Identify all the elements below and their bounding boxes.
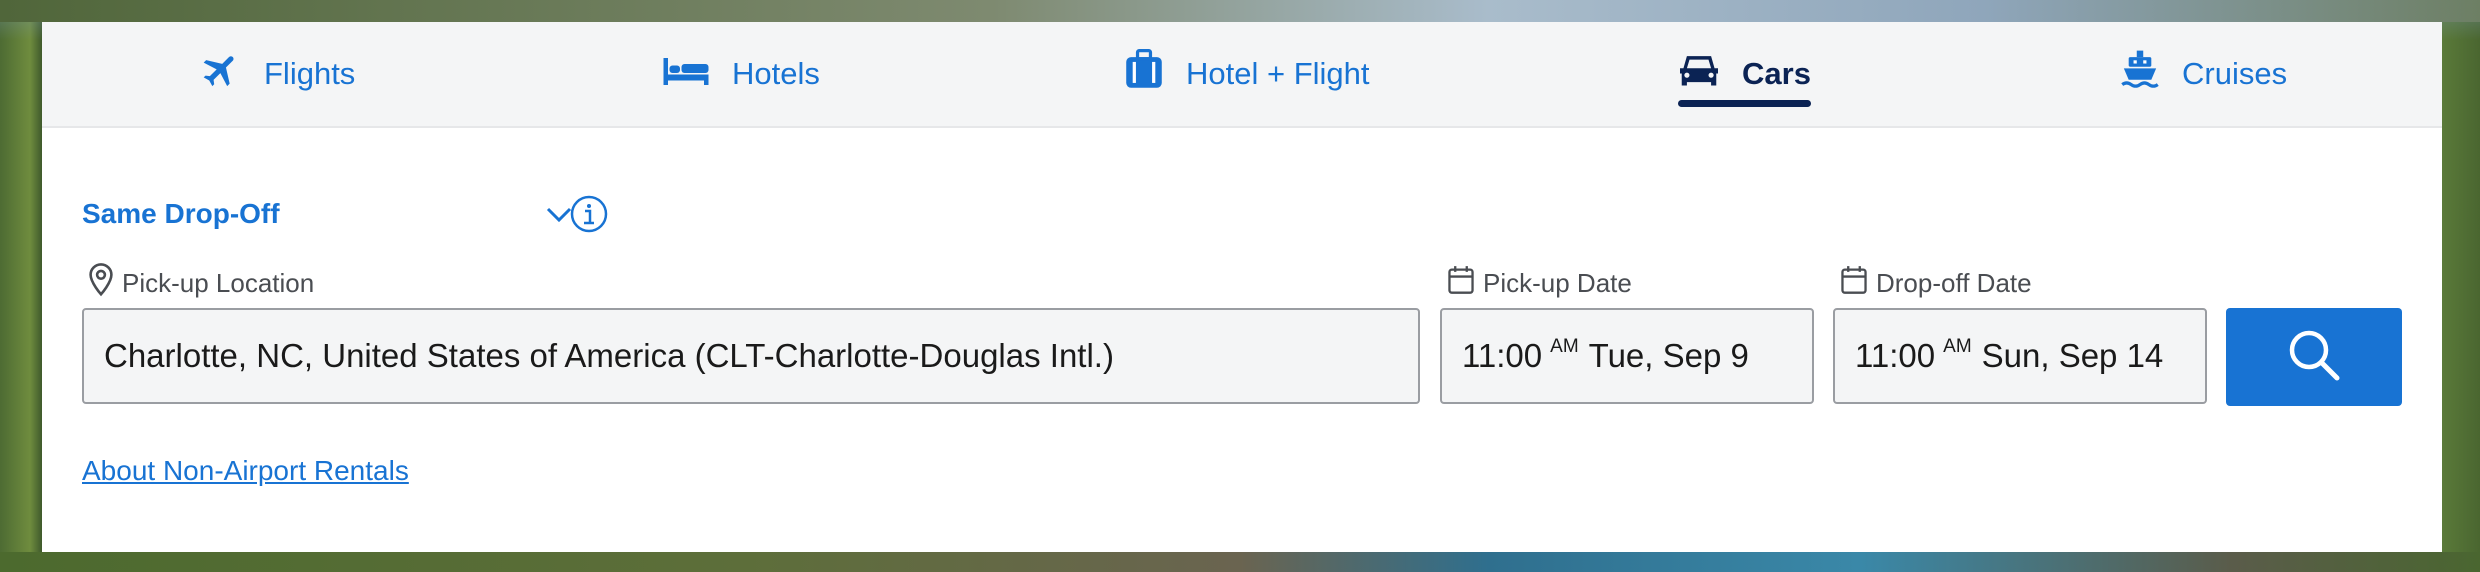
pickup-time: 11:00	[1462, 337, 1543, 374]
ship-icon	[2120, 49, 2160, 99]
info-icon[interactable]	[570, 195, 608, 238]
non-airport-rentals-link[interactable]: About Non-Airport Rentals	[82, 455, 409, 487]
pickup-date-label: Pick-up Date	[1447, 263, 1632, 303]
search-icon	[2286, 327, 2342, 388]
background-top	[0, 0, 2480, 22]
tab-cruises[interactable]: Cruises	[2120, 22, 2287, 126]
tab-flights[interactable]: Flights	[200, 22, 355, 126]
map-pin-icon	[88, 262, 122, 304]
pickup-date-value: Tue, Sep 9	[1588, 337, 1749, 374]
tab-label-flights: Flights	[264, 56, 356, 91]
bed-icon	[662, 52, 710, 96]
dropoff-date-label: Drop-off Date	[1840, 263, 2032, 303]
tab-hotel-flight[interactable]: Hotel + Flight	[1124, 22, 1370, 126]
active-tab-indicator	[1678, 100, 1811, 107]
car-icon	[1678, 51, 1720, 97]
pickup-location-text[interactable]	[104, 337, 1418, 375]
tab-hotels[interactable]: Hotels	[662, 22, 820, 126]
pickup-ampm: AM	[1550, 336, 1579, 357]
pickup-date-field[interactable]: 11:00 AM Tue, Sep 9	[1440, 308, 1814, 404]
tab-label-hotel-flight: Hotel + Flight	[1186, 56, 1370, 91]
search-button[interactable]	[2226, 308, 2402, 406]
luggage-icon	[1124, 49, 1164, 99]
search-panel: Flights Hotels Hotel + Flight Cars Cruis…	[42, 22, 2442, 552]
tab-label-cars: Cars	[1742, 56, 1811, 91]
dropoff-type-select[interactable]: Same Drop-Off	[82, 192, 572, 236]
airplane-icon	[200, 49, 242, 99]
pickup-date-label-text: Pick-up Date	[1483, 267, 1632, 298]
tab-cars[interactable]: Cars	[1678, 22, 1811, 126]
calendar-icon	[1447, 265, 1483, 302]
pickup-location-label: Pick-up Location	[88, 262, 315, 304]
tab-label-hotels: Hotels	[732, 56, 820, 91]
pickup-location-input[interactable]	[82, 308, 1420, 404]
background-bottom	[0, 552, 2480, 572]
calendar-icon	[1840, 265, 1876, 302]
dropoff-date-value: Sun, Sep 14	[1981, 337, 2164, 374]
dropoff-ampm: AM	[1943, 336, 1972, 357]
product-tabs: Flights Hotels Hotel + Flight Cars Cruis…	[42, 22, 2442, 128]
dropoff-type-value: Same Drop-Off	[82, 198, 280, 229]
dropoff-date-field[interactable]: 11:00 AM Sun, Sep 14	[1833, 308, 2207, 404]
dropoff-date-label-text: Drop-off Date	[1876, 267, 2032, 298]
pickup-location-label-text: Pick-up Location	[122, 267, 315, 298]
tab-label-cruises: Cruises	[2182, 56, 2288, 91]
dropoff-time: 11:00	[1855, 337, 1936, 374]
chevron-down-icon	[546, 198, 572, 230]
